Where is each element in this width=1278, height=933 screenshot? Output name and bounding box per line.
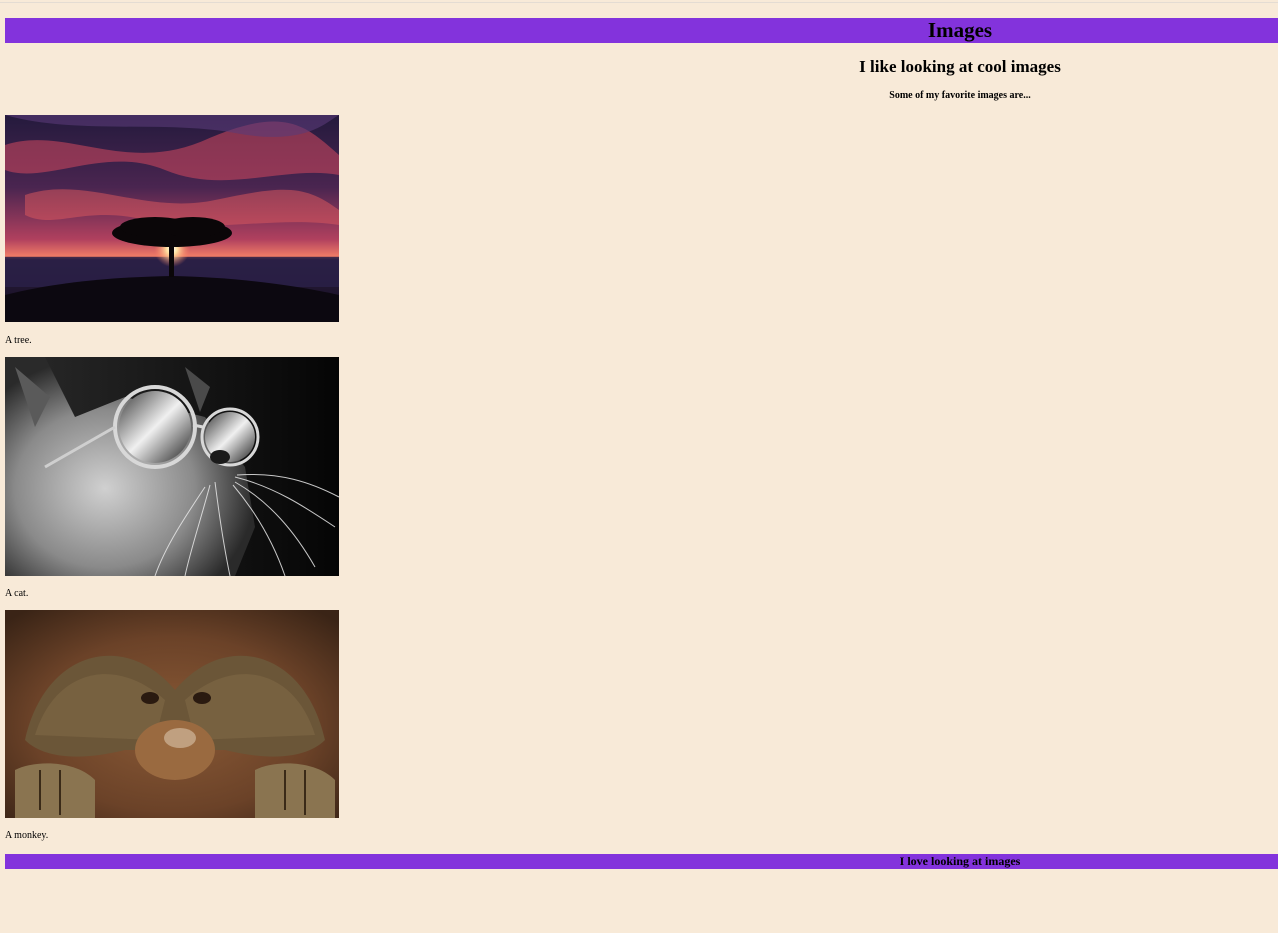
page-title: Images xyxy=(927,18,993,42)
cat-caption: A cat. xyxy=(5,588,29,599)
tree-sunset-image xyxy=(5,115,339,322)
cat-image xyxy=(5,357,339,576)
page-top-border xyxy=(0,2,1278,3)
cat-sunglasses-photo xyxy=(5,357,339,576)
intro-text: Some of my favorite images are... xyxy=(889,90,1031,101)
page-subtitle: I like looking at cool images xyxy=(859,57,1061,76)
tree-sunset-photo xyxy=(5,115,339,322)
tree-caption: A tree. xyxy=(5,335,32,346)
monkey-image xyxy=(5,610,339,818)
orangutan-photo xyxy=(5,610,339,818)
monkey-caption: A monkey. xyxy=(5,830,49,841)
footer-text: I love looking at images xyxy=(899,854,1021,868)
